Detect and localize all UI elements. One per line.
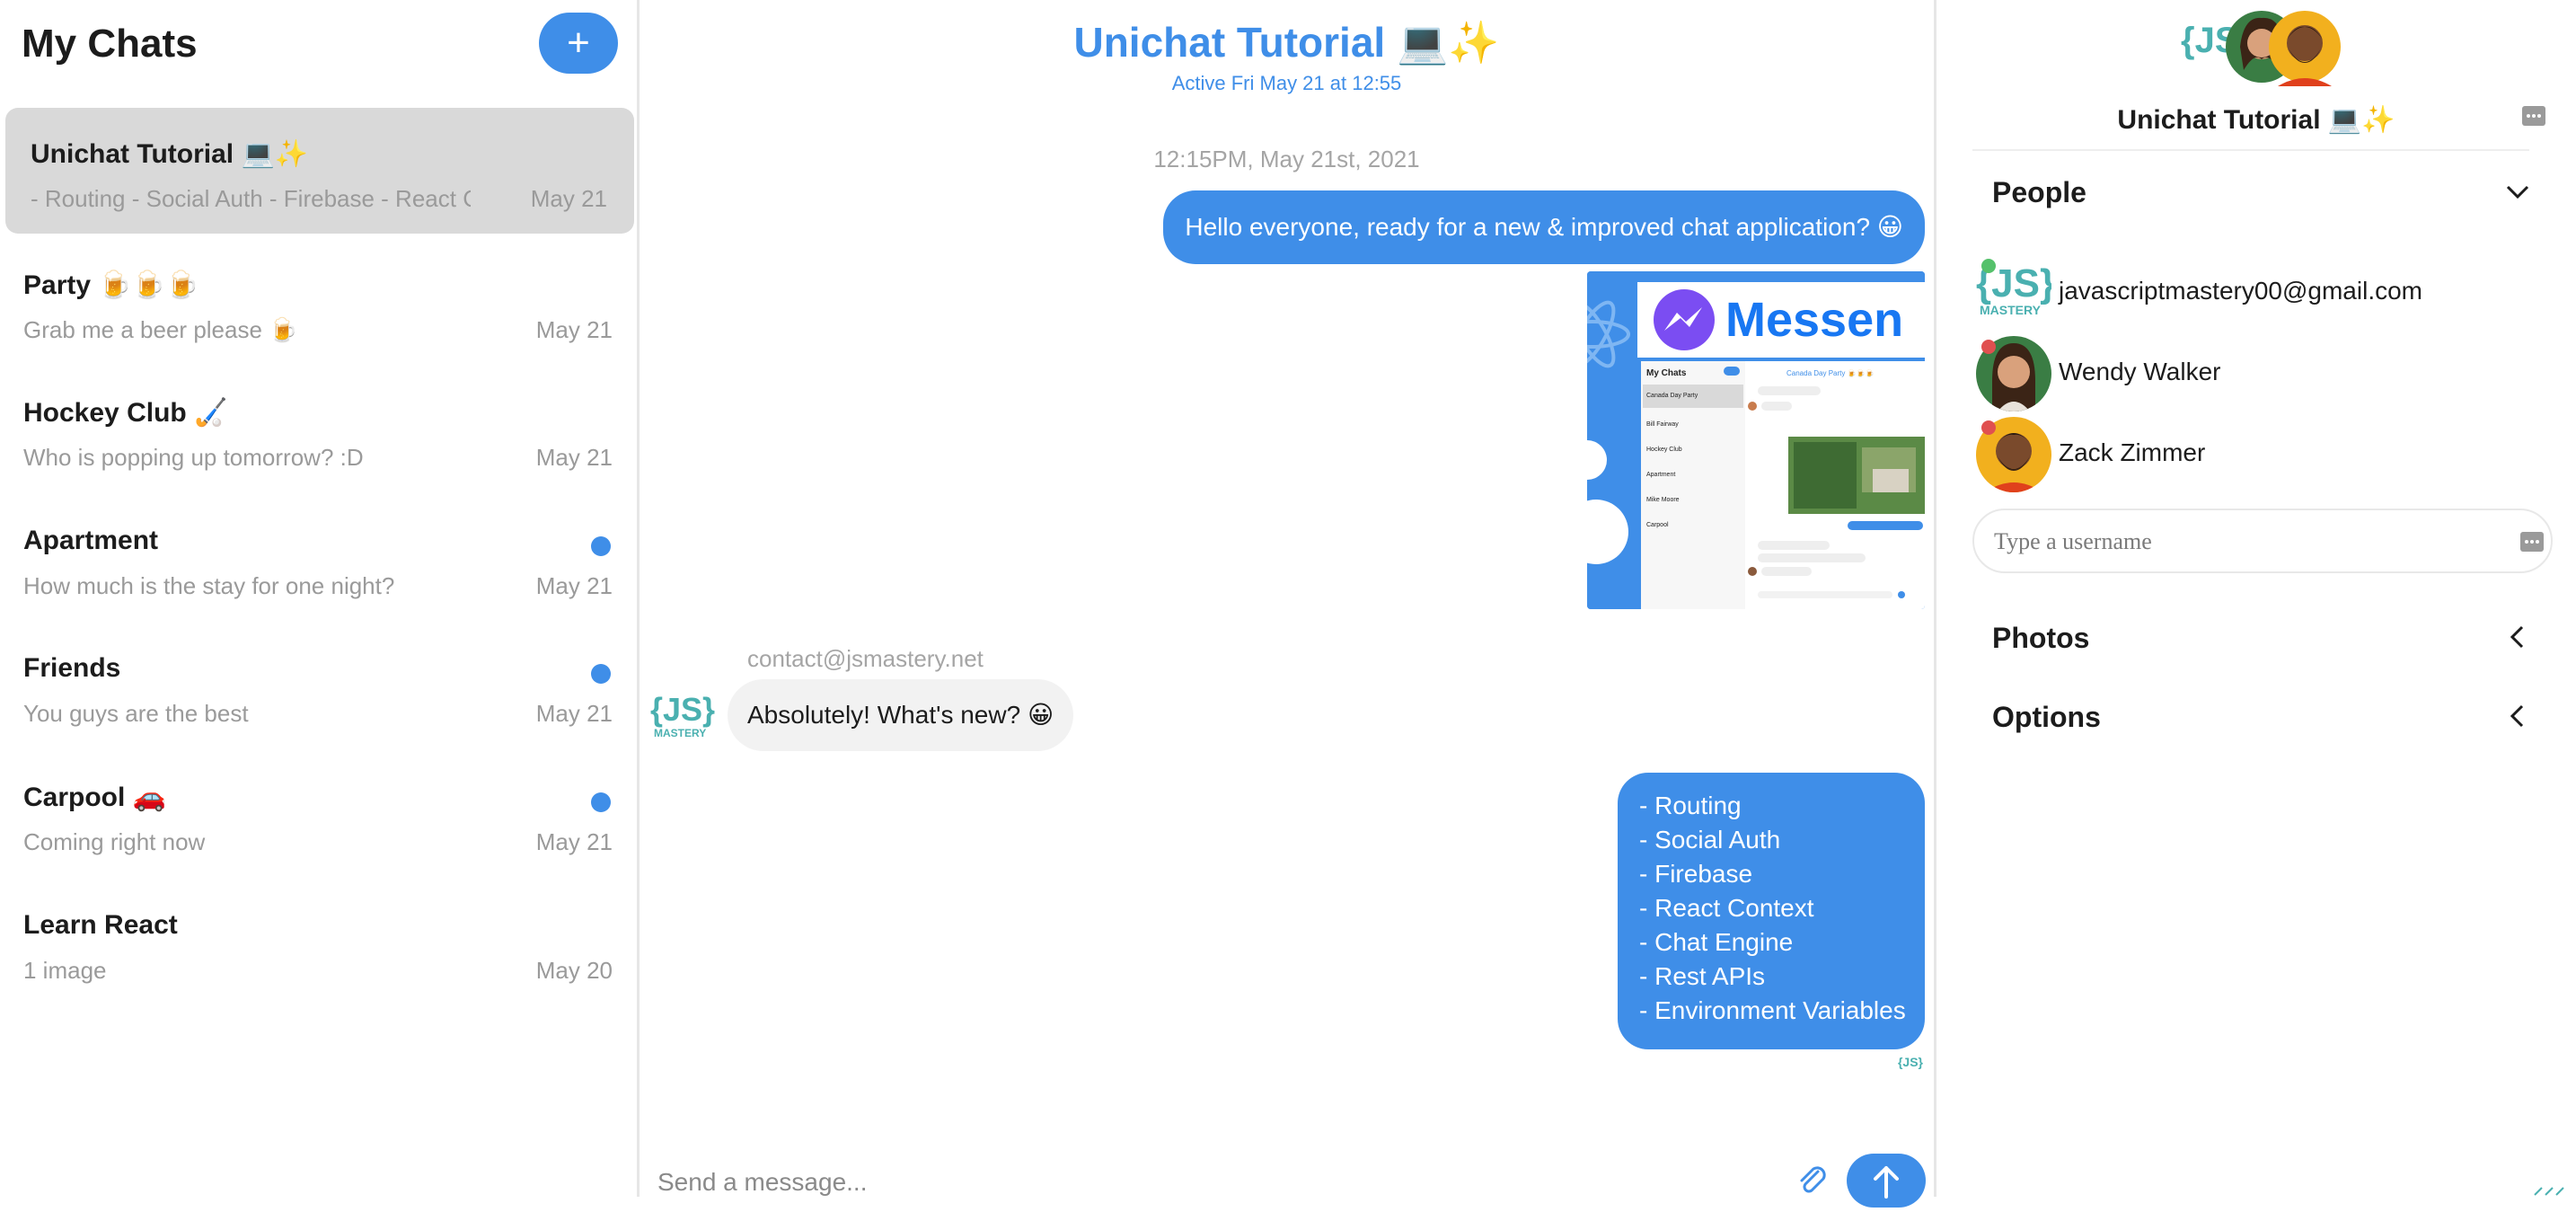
chat-card-learn-react[interactable]: Learn React 1 image May 20 — [4, 883, 634, 1009]
offline-status-icon — [1981, 340, 1996, 354]
chat-card-preview: Coming right now — [23, 828, 206, 855]
people-section-toggle[interactable]: People — [1992, 171, 2531, 216]
attachment-icon[interactable] — [1795, 1164, 1831, 1197]
chat-activity-status: Active Fri May 21 at 12:55 — [1171, 72, 1402, 94]
message-input[interactable] — [657, 1161, 1645, 1200]
svg-text:Canada Day Party: Canada Day Party — [1646, 393, 1698, 399]
message-list-line: - Routing — [1639, 792, 1742, 819]
chat-card-preview: - Routing - Social Auth - Firebase - Rea… — [31, 185, 471, 212]
chat-card-title: Unichat Tutorial 💻✨ — [31, 139, 309, 169]
chat-card-friends[interactable]: Friends You guys are the best May 21 — [4, 626, 634, 752]
photos-section-toggle[interactable]: Photos — [1992, 616, 2531, 661]
chat-card-title: Hockey Club 🏑 — [23, 398, 228, 428]
message-image-attachment[interactable]: Messen My Chats Canada Day Party Bill Fa… — [1587, 271, 1925, 609]
username-input[interactable] — [1992, 523, 2499, 561]
chat-title: Unichat Tutorial 💻✨ — [1073, 19, 1500, 66]
photos-section-label: Photos — [1992, 622, 2090, 654]
message-date-divider: 12:15PM, May 21st, 2021 — [1153, 146, 1420, 173]
svg-text:Canada Day Party 🍺🍺🍺: Canada Day Party 🍺🍺🍺 — [1786, 368, 1875, 377]
chat-card-preview: Grab me a beer please 🍺 — [23, 316, 298, 343]
person-row: Wendy Walker — [1976, 336, 2533, 411]
person-name: Wendy Walker — [2059, 358, 2221, 385]
chevron-left-icon — [2510, 704, 2524, 728]
chat-card-preview: Who is popping up tomorrow? :D — [23, 444, 364, 471]
chat-feed: Unichat Tutorial 💻✨ Active Fri May 21 at… — [640, 0, 1936, 1208]
chevron-left-icon — [2510, 625, 2524, 649]
chat-card-hockey-club[interactable]: Hockey Club 🏑 Who is popping up tomorrow… — [4, 370, 634, 496]
arrow-up-icon — [1874, 1166, 1899, 1199]
svg-text:Hockey Club: Hockey Club — [1646, 447, 1682, 453]
chat-card-preview: You guys are the best — [23, 700, 249, 727]
chat-settings-panel: {JS} Unichat Tutorial 💻✨ People {JS} MAS… — [1936, 0, 2576, 1197]
unread-indicator-icon — [591, 536, 611, 556]
person-name: Zack Zimmer — [2059, 438, 2206, 466]
chat-card-unichat-tutorial[interactable]: Unichat Tutorial 💻✨ - Routing - Social A… — [5, 108, 634, 234]
chat-card-date: May 21 — [535, 316, 613, 343]
chat-options-icon[interactable] — [2522, 106, 2545, 126]
chevron-down-icon — [2506, 185, 2529, 199]
chat-card-title: Friends — [23, 653, 121, 683]
message-sender-email: contact@jsmastery.net — [747, 645, 984, 672]
my-message-bubble: Hello everyone, ready for a new & improv… — [1163, 190, 1925, 264]
image-messenger-text: Messen — [1725, 293, 1903, 347]
people-section-label: People — [1992, 176, 2086, 208]
unread-indicator-icon — [591, 664, 611, 684]
settings-chat-title: Unichat Tutorial 💻✨ — [2117, 105, 2395, 135]
username-options-icon[interactable] — [2520, 532, 2544, 552]
svg-text:Mike Moore: Mike Moore — [1646, 497, 1680, 503]
person-name: javascriptmastery00@gmail.com — [2059, 277, 2422, 305]
message-list-line: - Environment Variables — [1639, 996, 1906, 1024]
chat-card-date: May 21 — [530, 185, 607, 212]
chat-members-avatars: {JS} — [2179, 7, 2341, 88]
svg-text:MASTERY: MASTERY — [1980, 303, 2042, 317]
svg-text:Bill Fairway: Bill Fairway — [1646, 421, 1679, 428]
chat-card-date: May 21 — [535, 700, 613, 727]
js-mastery-avatar-icon: {JS} MASTERY — [648, 690, 720, 740]
send-button[interactable] — [1847, 1154, 1926, 1208]
divider — [1972, 149, 2529, 151]
person-row: Zack Zimmer — [1976, 417, 2533, 492]
svg-text:{JS}: {JS} — [650, 691, 715, 728]
chat-card-title: Carpool 🚗 — [23, 783, 167, 812]
svg-text:Carpool: Carpool — [1646, 522, 1669, 528]
chat-card-date: May 21 — [535, 572, 613, 599]
svg-text:My Chats: My Chats — [1646, 368, 1687, 378]
svg-text:Apartment: Apartment — [1646, 472, 1675, 478]
message-list-line: - Firebase — [1639, 860, 1753, 888]
new-chat-button[interactable]: + — [539, 13, 618, 74]
online-status-icon — [1981, 259, 1996, 273]
chat-list-title: My Chats — [22, 22, 198, 66]
unread-indicator-icon — [591, 792, 611, 812]
chat-card-preview: How much is the stay for one night? — [23, 572, 395, 599]
chat-card-date: May 20 — [535, 957, 613, 984]
chat-card-preview: 1 image — [23, 957, 107, 984]
corner-logo-icon — [2533, 1184, 2569, 1197]
add-member-field — [1972, 509, 2553, 573]
chat-card-party[interactable]: Party 🍺🍺🍺 Grab me a beer please 🍺 May 21 — [4, 243, 634, 368]
chat-card-title: Learn React — [23, 910, 178, 940]
my-message-bubble: - Routing - Social Auth - Firebase - Rea… — [1618, 773, 1925, 1049]
read-receipt-icon: {JS} — [1897, 1055, 1923, 1069]
svg-text:MASTERY: MASTERY — [654, 727, 706, 739]
message-list-line: - React Context — [1639, 894, 1814, 922]
message-list-line: - Rest APIs — [1639, 962, 1766, 990]
chat-card-carpool[interactable]: Carpool 🚗 Coming right now May 21 — [4, 755, 634, 880]
message-list-line: - Social Auth — [1639, 826, 1781, 854]
options-section-toggle[interactable]: Options — [1992, 695, 2531, 740]
offline-status-icon — [1981, 420, 1996, 435]
chat-card-date: May 21 — [535, 828, 613, 855]
their-message-bubble: Absolutely! What's new? 😀 — [728, 679, 1074, 751]
chat-card-title: Apartment — [23, 526, 159, 555]
chat-card-title: Party 🍺🍺🍺 — [23, 270, 199, 300]
chat-card-date: May 21 — [535, 444, 613, 471]
message-list-line: - Chat Engine — [1639, 928, 1794, 956]
messenger-screenshot-image: Messen My Chats Canada Day Party Bill Fa… — [1587, 271, 1925, 609]
options-section-label: Options — [1992, 701, 2101, 733]
chat-card-apartment[interactable]: Apartment How much is the stay for one n… — [4, 499, 634, 624]
chat-list-panel: My Chats + Unichat Tutorial 💻✨ - Routing… — [0, 0, 640, 1197]
person-row: {JS} MASTERY javascriptmastery00@gmail.c… — [1976, 255, 2533, 327]
